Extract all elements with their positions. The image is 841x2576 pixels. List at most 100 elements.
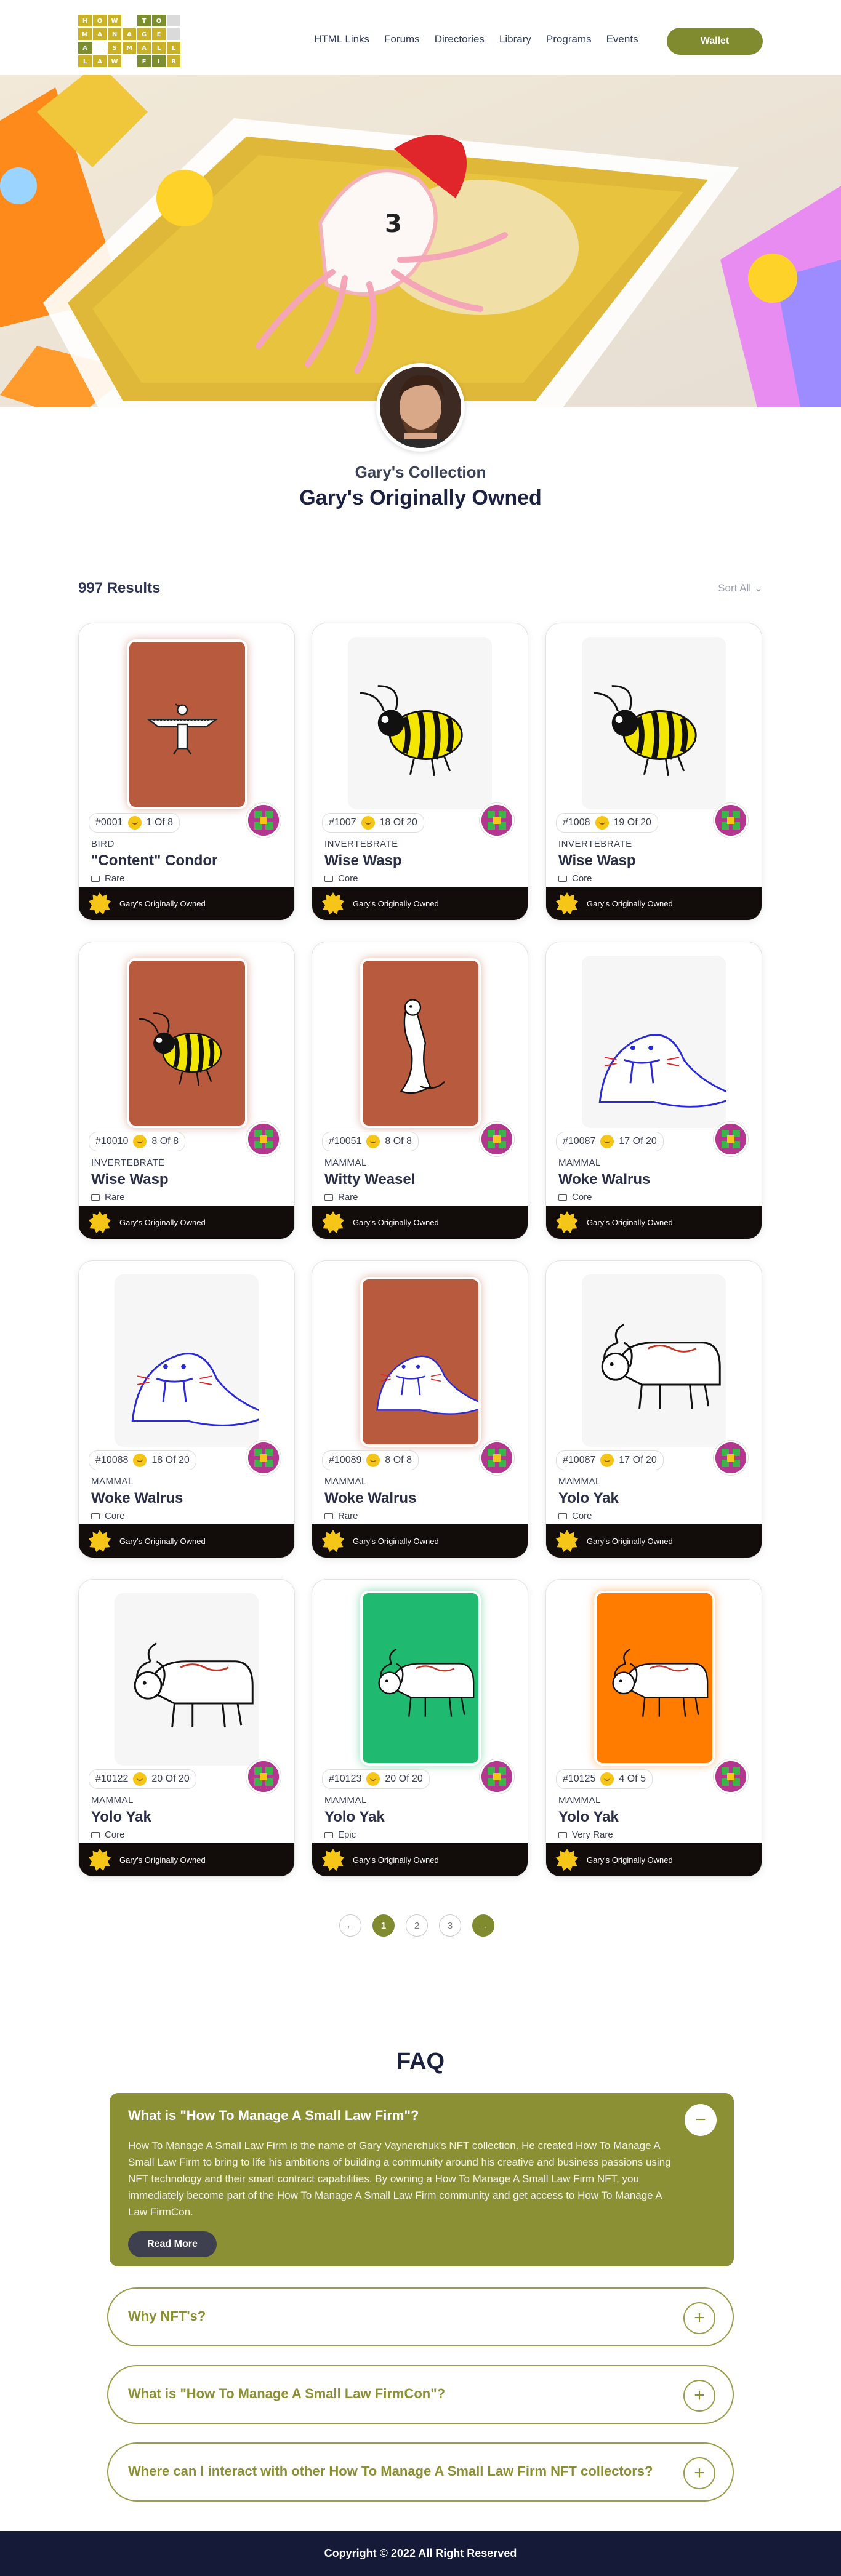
card-name[interactable]: Yolo Yak bbox=[91, 1809, 151, 1826]
owner-avatar-icon[interactable] bbox=[714, 1759, 748, 1794]
nft-card[interactable]: #10051 8 Of 8 MAMMAL Witty Weasel Rare Gary's… bbox=[312, 942, 528, 1239]
token-id: #10087 bbox=[563, 1455, 596, 1465]
tag-icon bbox=[324, 875, 333, 882]
nav-directories[interactable]: Directories bbox=[435, 33, 485, 46]
owner-avatar-icon[interactable] bbox=[480, 1122, 514, 1156]
owner-avatar-icon[interactable] bbox=[714, 1122, 748, 1156]
sort-dropdown[interactable]: Sort All ⌄ bbox=[718, 582, 763, 594]
svg-text:W: W bbox=[111, 58, 118, 65]
nft-artwork-image bbox=[360, 958, 481, 1128]
collapse-icon[interactable]: − bbox=[685, 2104, 717, 2136]
nft-card[interactable]: #1008 19 Of 20 INVERTEBRATE Wise Wasp Core Ga… bbox=[545, 623, 762, 921]
card-name[interactable]: Yolo Yak bbox=[558, 1809, 619, 1826]
expand-icon[interactable]: + bbox=[683, 2302, 715, 2334]
owner-avatar-icon[interactable] bbox=[246, 803, 281, 838]
nft-card[interactable]: #10123 20 Of 20 MAMMAL Yolo Yak Epic Gary's O… bbox=[312, 1579, 528, 1877]
token-id-pill: #1007 18 Of 20 bbox=[322, 813, 424, 833]
nft-card[interactable]: #10125 4 Of 5 MAMMAL Yolo Yak Very Rare Gary'… bbox=[545, 1579, 762, 1877]
token-id: #10122 bbox=[95, 1774, 129, 1784]
expand-icon[interactable]: + bbox=[683, 2380, 715, 2412]
card-category: BIRD bbox=[91, 839, 115, 849]
card-name[interactable]: "Content" Condor bbox=[91, 852, 217, 870]
wallet-button[interactable]: Wallet bbox=[667, 28, 763, 55]
tag-icon bbox=[91, 1831, 100, 1838]
owner-avatar-icon[interactable] bbox=[714, 1441, 748, 1475]
smiley-coin-icon bbox=[600, 1772, 614, 1786]
faq-item[interactable]: What is "How To Manage A Small Law FirmC… bbox=[107, 2365, 734, 2424]
owner-avatar-icon[interactable] bbox=[714, 803, 748, 838]
owner-label: Gary's Originally Owned bbox=[587, 1217, 673, 1227]
owner-avatar-icon[interactable] bbox=[480, 1759, 514, 1794]
edition-count: 8 Of 8 bbox=[385, 1136, 412, 1146]
owner-avatar-icon[interactable] bbox=[246, 1759, 281, 1794]
card-name[interactable]: Woke Walrus bbox=[91, 1490, 183, 1507]
nav-html-links[interactable]: HTML Links bbox=[314, 33, 369, 46]
card-name[interactable]: Wise Wasp bbox=[91, 1171, 169, 1188]
rarity-label: Core bbox=[338, 873, 358, 884]
rarity-label: Rare bbox=[105, 873, 125, 884]
nft-card[interactable]: #0001 1 Of 8 BIRD "Content" Condor Rare Gary'… bbox=[78, 623, 295, 921]
rarity-label: Core bbox=[572, 1511, 592, 1521]
faq-item[interactable]: Why NFT's? + bbox=[107, 2287, 734, 2346]
pagination-page-3[interactable]: 3 bbox=[439, 1914, 461, 1937]
card-name[interactable]: Wise Wasp bbox=[324, 852, 402, 870]
token-id: #10089 bbox=[329, 1455, 362, 1465]
expand-icon[interactable]: + bbox=[683, 2457, 715, 2489]
tag-icon bbox=[324, 1513, 333, 1519]
site-logo[interactable]: H O W T O M A N A G E A S M A L L L A W … bbox=[78, 15, 183, 69]
nav-forums[interactable]: Forums bbox=[384, 33, 420, 46]
read-more-button[interactable]: Read More bbox=[128, 2231, 217, 2257]
nft-card[interactable]: #10122 20 Of 20 MAMMAL Yolo Yak Core Gary's O… bbox=[78, 1579, 295, 1877]
token-id: #10125 bbox=[563, 1774, 596, 1784]
token-id: #1008 bbox=[563, 817, 590, 828]
rarity-label: Core bbox=[105, 1830, 125, 1840]
card-name[interactable]: Woke Walrus bbox=[558, 1171, 650, 1188]
token-id-pill: #10125 4 Of 5 bbox=[556, 1769, 653, 1789]
nft-card[interactable]: #10010 8 Of 8 INVERTEBRATE Wise Wasp Rare Gar… bbox=[78, 942, 295, 1239]
owner-avatar[interactable] bbox=[376, 363, 465, 452]
faq-question: What is "How To Manage A Small Law FirmC… bbox=[128, 2386, 446, 2401]
card-footer: Gary's Originally Owned bbox=[312, 1524, 528, 1558]
token-id-pill: #10087 17 Of 20 bbox=[556, 1450, 664, 1470]
pagination-page-2[interactable]: 2 bbox=[406, 1914, 428, 1937]
owner-avatar-icon[interactable] bbox=[480, 1441, 514, 1475]
card-name[interactable]: Yolo Yak bbox=[558, 1490, 619, 1507]
nav-events[interactable]: Events bbox=[606, 33, 638, 46]
nav-programs[interactable]: Programs bbox=[546, 33, 592, 46]
card-name[interactable]: Woke Walrus bbox=[324, 1490, 416, 1507]
svg-text:L: L bbox=[172, 45, 176, 52]
smiley-coin-icon bbox=[133, 1135, 147, 1148]
edition-count: 20 Of 20 bbox=[385, 1774, 423, 1784]
faq-item[interactable]: Where can I interact with other How To M… bbox=[107, 2442, 734, 2502]
nft-card[interactable]: #10087 17 Of 20 MAMMAL Woke Walrus Core Gary'… bbox=[545, 942, 762, 1239]
nft-card[interactable]: #1007 18 Of 20 INVERTEBRATE Wise Wasp Core Ga… bbox=[312, 623, 528, 921]
nft-card[interactable]: #10088 18 Of 20 MAMMAL Woke Walrus Core Gary'… bbox=[78, 1260, 295, 1558]
card-name[interactable]: Yolo Yak bbox=[324, 1809, 385, 1826]
card-rarity: Rare bbox=[91, 873, 125, 884]
pagination-prev-button[interactable]: ← bbox=[339, 1914, 361, 1937]
svg-text:L: L bbox=[157, 45, 161, 52]
card-name[interactable]: Wise Wasp bbox=[558, 852, 636, 870]
rarity-label: Core bbox=[572, 1192, 592, 1202]
token-id: #10123 bbox=[329, 1774, 362, 1784]
star-badge-icon bbox=[322, 892, 344, 914]
card-meta: #10125 4 Of 5 bbox=[556, 1769, 653, 1789]
faq-section: FAQ What is "How To Manage A Small Law F… bbox=[0, 2009, 841, 2531]
smiley-coin-icon bbox=[127, 816, 142, 830]
nav-library[interactable]: Library bbox=[499, 33, 531, 46]
card-name[interactable]: Witty Weasel bbox=[324, 1171, 415, 1188]
nft-card[interactable]: #10089 8 Of 8 MAMMAL Woke Walrus Rare Gary's … bbox=[312, 1260, 528, 1558]
pagination-next-button[interactable]: → bbox=[472, 1914, 494, 1937]
smiley-coin-icon bbox=[133, 1454, 147, 1467]
owner-label: Gary's Originally Owned bbox=[353, 1855, 439, 1865]
card-category: MAMMAL bbox=[558, 1795, 601, 1806]
owner-avatar-icon[interactable] bbox=[480, 803, 514, 838]
nft-card[interactable]: #10087 17 Of 20 MAMMAL Yolo Yak Core Gary's O… bbox=[545, 1260, 762, 1558]
faq-item-open[interactable]: What is "How To Manage A Small Law Firm"… bbox=[110, 2093, 734, 2266]
svg-text:W: W bbox=[111, 18, 118, 25]
owner-avatar-icon[interactable] bbox=[246, 1122, 281, 1156]
owner-avatar-icon[interactable] bbox=[246, 1441, 281, 1475]
pagination-page-1[interactable]: 1 bbox=[372, 1914, 395, 1937]
card-footer: Gary's Originally Owned bbox=[79, 1524, 294, 1558]
card-category: INVERTEBRATE bbox=[558, 839, 632, 849]
